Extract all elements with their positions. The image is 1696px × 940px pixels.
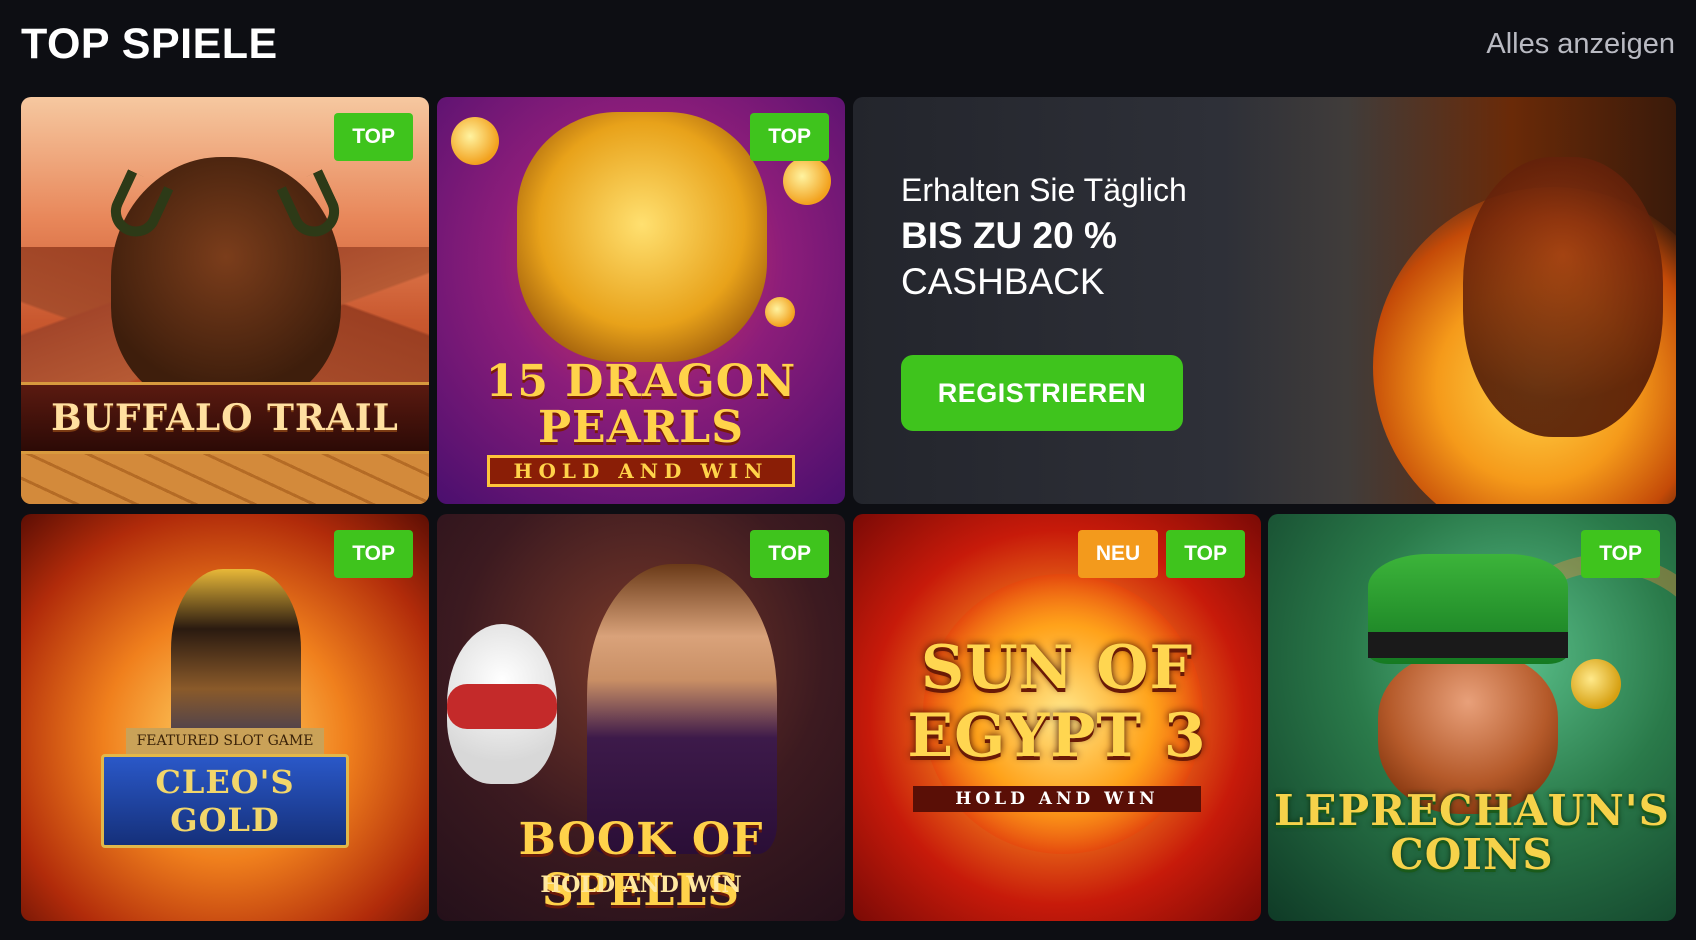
- scorpion-illustration: [1463, 157, 1663, 437]
- register-button[interactable]: REGISTRIEREN: [901, 355, 1183, 431]
- game-logo-text: SUN OF EGYPT 3: [907, 633, 1207, 771]
- game-logo-subtitle: HOLD AND WIN: [913, 786, 1201, 812]
- top-badge: TOP: [750, 530, 829, 578]
- game-logo-subtitle: HOLD AND WIN: [540, 872, 742, 898]
- new-badge: NEU: [1077, 530, 1159, 578]
- wizard-illustration: [587, 564, 777, 854]
- game-tile-15-dragon-pearls[interactable]: 15 DRAGON PEARLS HOLD AND WIN TOP: [437, 97, 845, 504]
- coin-illustration: [1571, 659, 1621, 709]
- game-tile-cleos-gold[interactable]: FEATURED SLOT GAME CLEO'S GOLD TOP: [21, 514, 429, 921]
- game-logo-text: 15 DRAGON PEARLS: [485, 356, 797, 453]
- game-logo-tagline: FEATURED SLOT GAME: [126, 728, 324, 754]
- game-tile-book-of-spells[interactable]: BOOK OF SPELLS HOLD AND WIN TOP: [437, 514, 845, 921]
- promo-subline: CASHBACK: [901, 261, 1105, 302]
- top-badge: TOP: [334, 113, 413, 161]
- top-badge: TOP: [1166, 530, 1245, 578]
- top-badge: TOP: [750, 113, 829, 161]
- promo-amount: BIS ZU 20 %: [901, 215, 1117, 256]
- game-tile-leprechauns-coins[interactable]: LEPRECHAUN'S COINS TOP: [1268, 514, 1676, 921]
- game-logo-text: BOOK OF SPELLS: [518, 814, 764, 916]
- section-header: TOP SPIELE Alles anzeigen: [21, 18, 1675, 70]
- game-tile-sun-of-egypt-3[interactable]: SUN OF EGYPT 3 HOLD AND WIN NEU TOP: [853, 514, 1261, 921]
- game-logo-text: LEPRECHAUN'S COINS: [1274, 786, 1670, 879]
- game-logo-subtitle: HOLD AND WIN: [487, 455, 795, 487]
- promo-headline: Erhalten Sie Täglich: [901, 172, 1187, 208]
- top-badge: TOP: [334, 530, 413, 578]
- dragon-illustration: [517, 112, 767, 362]
- game-tile-buffalo-trail[interactable]: BUFFALO TRAIL TOP: [21, 97, 429, 504]
- view-all-link[interactable]: Alles anzeigen: [1486, 28, 1675, 61]
- top-badge: TOP: [1581, 530, 1660, 578]
- cashback-promo-banner: Erhalten Sie Täglich BIS ZU 20 % CASHBAC…: [853, 97, 1676, 504]
- section-title: TOP SPIELE: [21, 19, 278, 68]
- game-logo-text: CLEO'S GOLD: [101, 754, 349, 848]
- game-logo-text: BUFFALO TRAIL: [21, 382, 429, 454]
